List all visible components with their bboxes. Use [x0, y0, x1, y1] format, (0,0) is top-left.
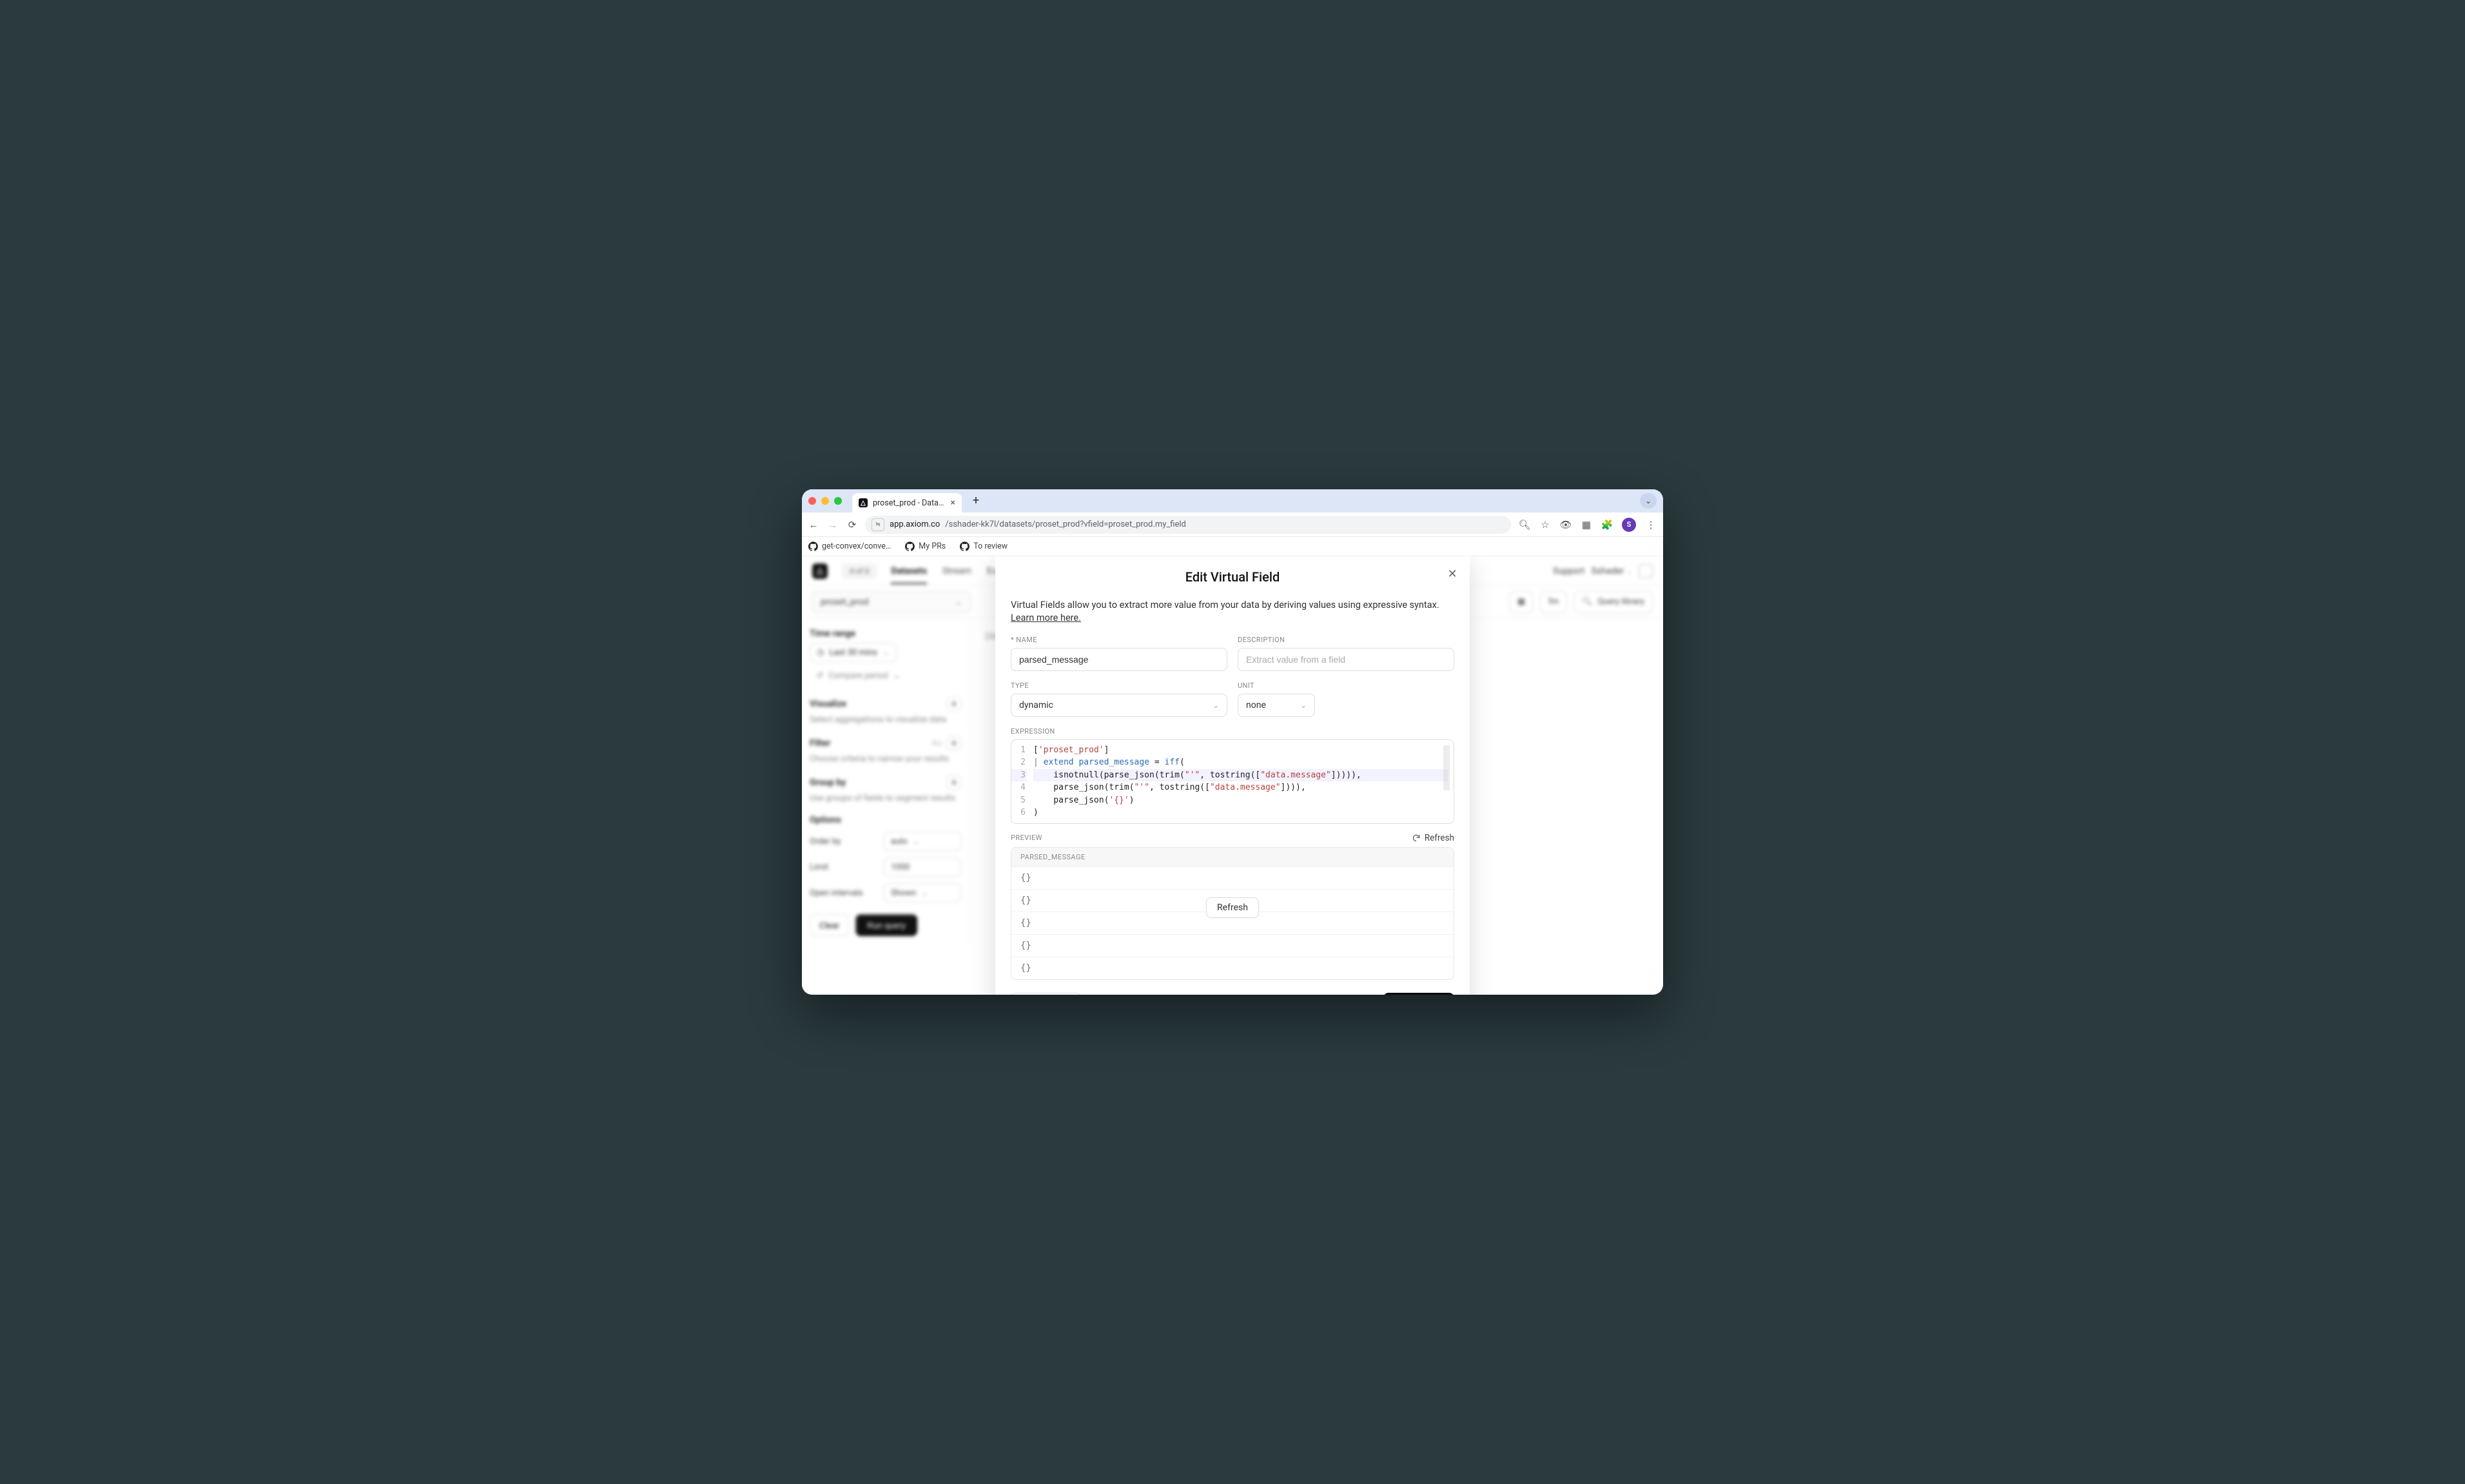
github-icon — [808, 542, 818, 551]
window-zoom-icon[interactable] — [834, 497, 842, 505]
description-input[interactable] — [1238, 648, 1454, 671]
name-label: NAME — [1016, 636, 1037, 644]
modal-scrim: ✕ Edit Virtual Field Virtual Fields allo… — [802, 556, 1663, 995]
unit-field-group: UNIT none ⌄ — [1238, 681, 1454, 717]
bookmarks-bar: get-convex/conve… My PRs To review — [802, 537, 1663, 556]
app-viewport: △ 4 of 6 Datasets Stream Ex Support Ssha… — [802, 556, 1663, 995]
edit-virtual-field-modal: ✕ Edit Virtual Field Virtual Fields allo… — [995, 556, 1470, 995]
unit-label: UNIT — [1238, 681, 1454, 690]
window-minimize-icon[interactable] — [821, 497, 829, 505]
tab-title: proset_prod - Datasets - Axi… — [873, 498, 946, 508]
preview-table: PARSED_MESSAGE {}{}{}{}{} Refresh — [1011, 847, 1454, 980]
bookmark-item[interactable]: get-convex/conve… — [808, 542, 891, 551]
bookmark-item[interactable]: My PRs — [905, 542, 946, 551]
description-label: DESCRIPTION — [1238, 636, 1454, 644]
modal-title: Edit Virtual Field — [1011, 569, 1454, 585]
type-value: dynamic — [1019, 700, 1053, 710]
url-path: /sshader-kk7l/datasets/proset_prod?vfiel… — [945, 520, 1186, 529]
tab-close-icon[interactable]: × — [951, 498, 955, 508]
editor-body[interactable]: ['proset_prod']| extend parsed_message =… — [1031, 740, 1454, 823]
expression-label: EXPRESSION — [1011, 727, 1454, 736]
reload-icon[interactable]: ⟳ — [847, 519, 857, 531]
lead-text: Virtual Fields allow you to extract more… — [1011, 600, 1439, 610]
name-field-group: * NAME — [1011, 636, 1227, 671]
type-label: TYPE — [1011, 681, 1227, 690]
expression-editor[interactable]: 123456 ['proset_prod']| extend parsed_me… — [1011, 739, 1454, 824]
device-frame: △ proset_prod - Datasets - Axi… × + ⌄ ← … — [802, 489, 1663, 995]
site-settings-icon[interactable]: ≒ — [872, 518, 884, 531]
unit-value: none — [1246, 700, 1266, 710]
preview-row: {} — [1011, 867, 1454, 890]
chevron-down-icon: ⌄ — [1213, 701, 1219, 710]
editor-minimap — [1443, 745, 1450, 790]
type-select[interactable]: dynamic ⌄ — [1011, 694, 1227, 717]
new-tab-button[interactable]: + — [968, 493, 984, 509]
window-controls — [808, 497, 846, 505]
forward-icon[interactable]: → — [828, 519, 838, 531]
save-button[interactable]: Save — [1383, 993, 1454, 995]
browser-nav: ← → ⟳ — [808, 519, 857, 531]
preview-refresh-button[interactable]: Refresh — [1206, 897, 1259, 918]
modal-actions: Cancel Save — [1011, 993, 1454, 995]
bookmark-item[interactable]: To review — [960, 542, 1008, 551]
refresh-link[interactable]: Refresh — [1412, 833, 1454, 843]
unit-select[interactable]: none ⌄ — [1238, 694, 1315, 717]
editor-gutter: 123456 — [1011, 740, 1031, 823]
extension-eye-icon[interactable]: 👁 — [1560, 519, 1572, 531]
bookmark-label: My PRs — [919, 542, 946, 551]
browser-toolbar: ← → ⟳ ≒ app.axiom.co/sshader-kk7l/datase… — [802, 513, 1663, 537]
tabs-dropdown-icon[interactable]: ⌄ — [1640, 493, 1657, 509]
profile-avatar[interactable]: S — [1622, 518, 1636, 532]
browser-tab[interactable]: △ proset_prod - Datasets - Axi… × — [852, 493, 962, 513]
refresh-label: Refresh — [1425, 833, 1454, 843]
chevron-down-icon: ⌄ — [1300, 701, 1307, 710]
description-field-group: DESCRIPTION — [1238, 636, 1454, 671]
name-input[interactable] — [1011, 648, 1227, 671]
kebab-menu-icon[interactable]: ⋮ — [1645, 519, 1657, 531]
back-icon[interactable]: ← — [808, 519, 819, 531]
browser-tabstrip: △ proset_prod - Datasets - Axi… × + ⌄ — [802, 489, 1663, 513]
github-icon — [960, 542, 969, 551]
refresh-icon — [1412, 834, 1421, 843]
close-icon[interactable]: ✕ — [1444, 565, 1461, 582]
url-host: app.axiom.co — [890, 520, 940, 529]
extension-grid-icon[interactable]: ▦ — [1581, 519, 1592, 531]
window-close-icon[interactable] — [808, 497, 816, 505]
github-icon — [905, 542, 915, 551]
extensions-icon[interactable]: 🧩 — [1601, 519, 1613, 531]
bookmark-label: To review — [973, 542, 1008, 551]
bookmark-star-icon[interactable]: ☆ — [1539, 519, 1551, 531]
preview-row: {} — [1011, 957, 1454, 979]
preview-column-header: PARSED_MESSAGE — [1011, 848, 1454, 867]
toolbar-right: 🔍︎ ☆ 👁 ▦ 🧩 S ⋮ — [1519, 518, 1657, 532]
cancel-button[interactable]: Cancel — [1011, 993, 1082, 995]
address-bar[interactable]: ≒ app.axiom.co/sshader-kk7l/datasets/pro… — [865, 516, 1511, 534]
type-field-group: TYPE dynamic ⌄ — [1011, 681, 1227, 717]
tab-favicon-icon: △ — [859, 498, 868, 507]
zoom-icon[interactable]: 🔍︎ — [1519, 519, 1530, 531]
preview-label: PREVIEW — [1011, 834, 1042, 842]
learn-more-link[interactable]: Learn more here. — [1011, 612, 1081, 623]
modal-lead: Virtual Fields allow you to extract more… — [1011, 599, 1454, 625]
bookmark-label: get-convex/conve… — [822, 542, 891, 551]
preview-row: {} — [1011, 935, 1454, 957]
